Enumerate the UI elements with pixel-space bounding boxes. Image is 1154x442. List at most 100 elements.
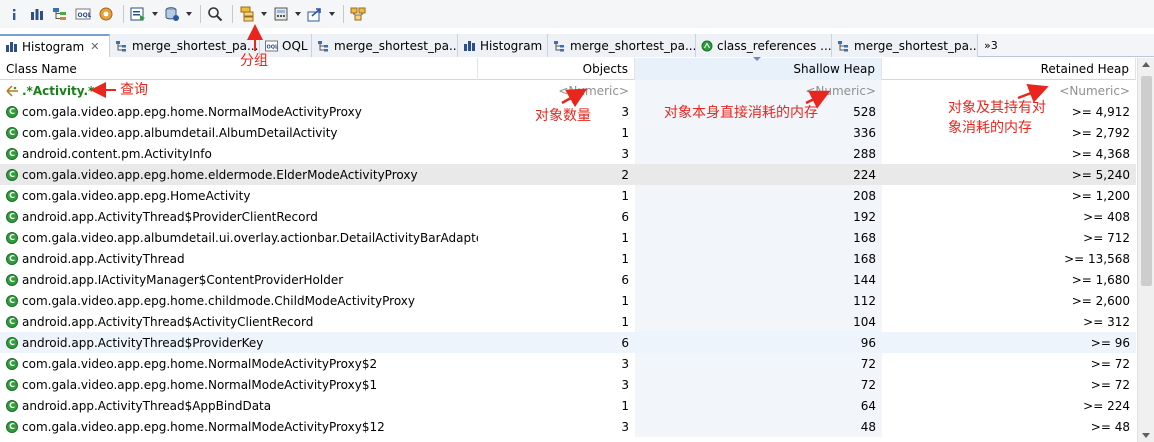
class-name: com.gala.video.app.epg.home.eldermode.El… — [22, 167, 418, 182]
class-icon: C — [6, 273, 18, 286]
objects-filter[interactable]: <Numeric> — [478, 80, 635, 101]
run-report-dropdown[interactable] — [151, 4, 159, 24]
objects-cell: 2 — [621, 167, 629, 182]
class-name-cell: Ccom.gala.video.app.epg.home.eldermode.E… — [0, 164, 478, 185]
table-row[interactable]: Candroid.app.ActivityThread$ProviderKey 6… — [0, 332, 1136, 353]
info-icon[interactable] — [4, 4, 24, 24]
class-name-cell: Candroid.content.pm.ActivityInfo — [0, 143, 478, 164]
tab-merge-shortest-paths[interactable]: merge_shortest_pa... — [312, 34, 458, 57]
class-icon: C — [6, 105, 18, 118]
group-by-dropdown[interactable] — [260, 4, 268, 24]
tab-merge-shortest-paths[interactable]: merge_shortest_pa... — [110, 34, 260, 57]
objects-cell: 6 — [621, 335, 629, 350]
search-icon[interactable] — [205, 4, 225, 24]
query-browser-icon[interactable] — [162, 4, 182, 24]
shallow-heap-cell: 112 — [635, 290, 882, 311]
table-row[interactable]: Candroid.content.pm.ActivityInfo 3 288 >= 4… — [0, 143, 1136, 164]
class-name: android.app.ActivityThread$ProviderClien… — [22, 209, 318, 224]
objects-annotation: 对象数量 — [535, 108, 591, 124]
table-row[interactable]: Ccom.gala.video.app.epg.home.childmode.C… — [0, 290, 1136, 311]
shallow-heap-cell: 208 — [635, 185, 882, 206]
retained-heap-cell: >= 72 — [1090, 356, 1130, 371]
calculate-retained-icon[interactable] — [271, 4, 291, 24]
group-by-icon[interactable] — [237, 4, 257, 24]
class-name: com.gala.video.app.epg.home.NormalModeAc… — [22, 356, 378, 371]
svg-text:OQL: OQL — [78, 12, 92, 19]
class-icon: C — [6, 189, 18, 202]
tab-label: class_references ... — [717, 38, 832, 53]
shallow-heap-cell: 288 — [635, 143, 882, 164]
filter-icon — [6, 84, 19, 97]
column-header-shallow-heap[interactable]: Shallow Heap — [635, 57, 882, 80]
class-name: com.gala.video.app.epg.home.childmode.Ch… — [22, 293, 416, 308]
table-row[interactable]: Candroid.app.ActivityThread$AppBindData 1… — [0, 395, 1136, 416]
tab-class-references[interactable]: class_references ... — [696, 34, 832, 57]
retained-heap-cell: >= 1,200 — [1071, 188, 1130, 203]
dominator-tree-icon[interactable] — [50, 4, 70, 24]
calculate-retained-dropdown[interactable] — [294, 4, 302, 24]
table-row[interactable]: Candroid.app.ActivityThread$ProviderClie… — [0, 206, 1136, 227]
class-name-cell: Ccom.gala.video.app.epg.home.NormalModeA… — [0, 374, 478, 395]
class-name-filter[interactable]: .*Activity.* — [0, 80, 478, 101]
tree-icon — [837, 40, 850, 52]
table-rows: Ccom.gala.video.app.epg.home.NormalModeA… — [0, 101, 1136, 437]
table-row[interactable]: Ccom.gala.video.app.epg.home.NormalModeA… — [0, 353, 1136, 374]
tab-label: Histogram — [22, 39, 85, 54]
shallow-heap-cell: 192 — [635, 206, 882, 227]
query-browser-dropdown[interactable] — [185, 4, 193, 24]
objects-cell: 3 — [621, 356, 629, 371]
oql-icon[interactable]: OQL — [73, 4, 93, 24]
class-icon: C — [6, 168, 18, 181]
tab-histogram[interactable]: Histogram — [458, 34, 548, 57]
class-name-cell: Candroid.app.IActivityManager$ContentPro… — [0, 269, 478, 290]
tab-label: OQL — [282, 38, 308, 53]
objects-cell: 3 — [621, 377, 629, 392]
tab-label: merge_shortest_pa... — [132, 38, 259, 53]
scroll-up-icon[interactable] — [1142, 62, 1150, 67]
column-header-class-name[interactable]: Class Name — [0, 58, 478, 80]
retained-heap-cell: >= 712 — [1083, 230, 1130, 245]
tab-label: merge_shortest_pa... — [570, 38, 696, 53]
close-icon[interactable]: ✕ — [90, 40, 99, 53]
retained-heap-filter[interactable]: <Numeric> — [882, 80, 1136, 101]
table-row[interactable]: Ccom.gala.video.app.epg.home.NormalModeA… — [0, 374, 1136, 395]
class-name-cell: Ccom.gala.video.app.albumdetail.AlbumDet… — [0, 122, 478, 143]
export-dropdown[interactable] — [328, 4, 336, 24]
run-report-icon[interactable] — [128, 4, 148, 24]
filter-row: .*Activity.* <Numeric> <Numeric> <Numeri… — [0, 80, 1136, 101]
table-row[interactable]: Ccom.gala.video.app.epg.home.NormalModeA… — [0, 416, 1136, 437]
class-name-cell: Candroid.app.ActivityThread$AppBindData — [0, 395, 478, 416]
tab-label: merge_shortest_pa... — [334, 38, 458, 53]
vertical-scrollbar[interactable] — [1137, 58, 1154, 442]
table-row[interactable]: Candroid.app.ActivityThread$ActivityClie… — [0, 311, 1136, 332]
class-references-icon — [701, 40, 713, 52]
export-icon[interactable] — [305, 4, 325, 24]
column-header-objects[interactable]: Objects — [478, 58, 635, 80]
retained-heap-cell: >= 96 — [1090, 335, 1130, 350]
scrollbar-thumb[interactable] — [1141, 76, 1152, 286]
shallow-heap-filter[interactable]: <Numeric> — [635, 80, 882, 101]
histogram-icon[interactable] — [27, 4, 47, 24]
tab-histogram[interactable]: Histogram ✕ — [0, 34, 110, 57]
heap-dump-overview-icon[interactable] — [96, 4, 116, 24]
more-tabs-button[interactable]: »3 — [978, 34, 998, 56]
tab-merge-shortest-paths[interactable]: merge_shortest_pa... — [548, 34, 696, 57]
shallow-heap-cell: 168 — [635, 248, 882, 269]
table-row[interactable]: Ccom.gala.video.app.epg.home.eldermode.E… — [0, 164, 1136, 185]
table-row[interactable]: Candroid.app.IActivityManager$ContentPro… — [0, 269, 1136, 290]
table-row[interactable]: Ccom.gala.video.app.albumdetail.ui.overl… — [0, 227, 1136, 248]
table-row[interactable]: Candroid.app.ActivityThread 1 168 >= 13,568 — [0, 248, 1136, 269]
tree-icon — [317, 40, 330, 52]
class-icon: C — [6, 336, 18, 349]
class-icon: C — [6, 399, 18, 412]
compare-icon[interactable] — [348, 4, 368, 24]
scroll-down-icon[interactable] — [1142, 433, 1150, 438]
class-icon: C — [6, 210, 18, 223]
retained-annotation-line2: 象消耗的内存 — [948, 120, 1032, 136]
table-row[interactable]: Ccom.gala.video.app.epg.HomeActivity 1 208… — [0, 185, 1136, 206]
tab-merge-shortest-paths[interactable]: merge_shortest_pa... — [832, 34, 978, 57]
class-icon: C — [6, 231, 18, 244]
column-header-retained-heap[interactable]: Retained Heap — [882, 58, 1136, 80]
class-name: com.gala.video.app.epg.home.NormalModeAc… — [22, 377, 378, 392]
class-icon: C — [6, 357, 18, 370]
